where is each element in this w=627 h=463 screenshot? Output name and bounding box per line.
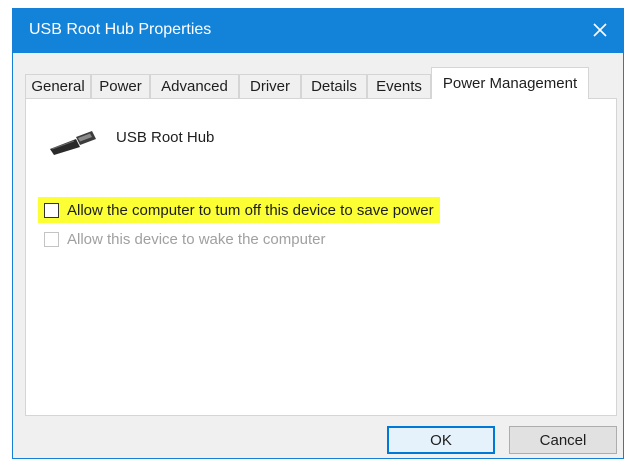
properties-dialog: USB Root Hub Properties General Power Ad… xyxy=(12,8,624,459)
allow-power-off-option[interactable]: Allow the computer to tum off this devic… xyxy=(38,197,440,223)
tab-strip: General Power Advanced Driver Details Ev… xyxy=(25,67,615,99)
allow-wake-checkbox xyxy=(44,231,59,247)
allow-power-off-label: Allow the computer to tum off this devic… xyxy=(67,201,434,219)
tab-label: Power Management xyxy=(442,75,578,92)
title-bar: USB Root Hub Properties xyxy=(13,9,623,53)
tab-label: Power xyxy=(99,78,142,95)
device-name: USB Root Hub xyxy=(116,129,215,146)
window-title: USB Root Hub Properties xyxy=(29,21,212,38)
allow-power-off-checkbox[interactable] xyxy=(44,202,59,218)
allow-wake-option: Allow this device to wake the computer xyxy=(38,226,325,252)
tab-details[interactable]: Details xyxy=(301,74,367,98)
tab-power-management[interactable]: Power Management xyxy=(431,67,589,99)
allow-wake-label: Allow this device to wake the computer xyxy=(67,230,326,248)
tab-events[interactable]: Events xyxy=(367,74,431,98)
power-management-panel: USB Root Hub Allow the computer to tum o… xyxy=(25,98,617,416)
tab-label: Advanced xyxy=(161,78,228,95)
close-icon xyxy=(593,23,607,37)
usb-plug-icon xyxy=(50,131,96,155)
cancel-button[interactable]: Cancel xyxy=(509,426,617,454)
tab-label: Details xyxy=(311,78,357,95)
ok-button[interactable]: OK xyxy=(387,426,495,454)
tab-label: General xyxy=(31,78,85,95)
tab-power[interactable]: Power xyxy=(91,74,150,98)
tab-label: Driver xyxy=(250,78,290,95)
close-button[interactable] xyxy=(585,15,615,45)
tab-general[interactable]: General xyxy=(25,74,91,98)
tab-advanced[interactable]: Advanced xyxy=(150,74,239,98)
tab-driver[interactable]: Driver xyxy=(239,74,301,98)
tab-label: Events xyxy=(376,78,422,95)
